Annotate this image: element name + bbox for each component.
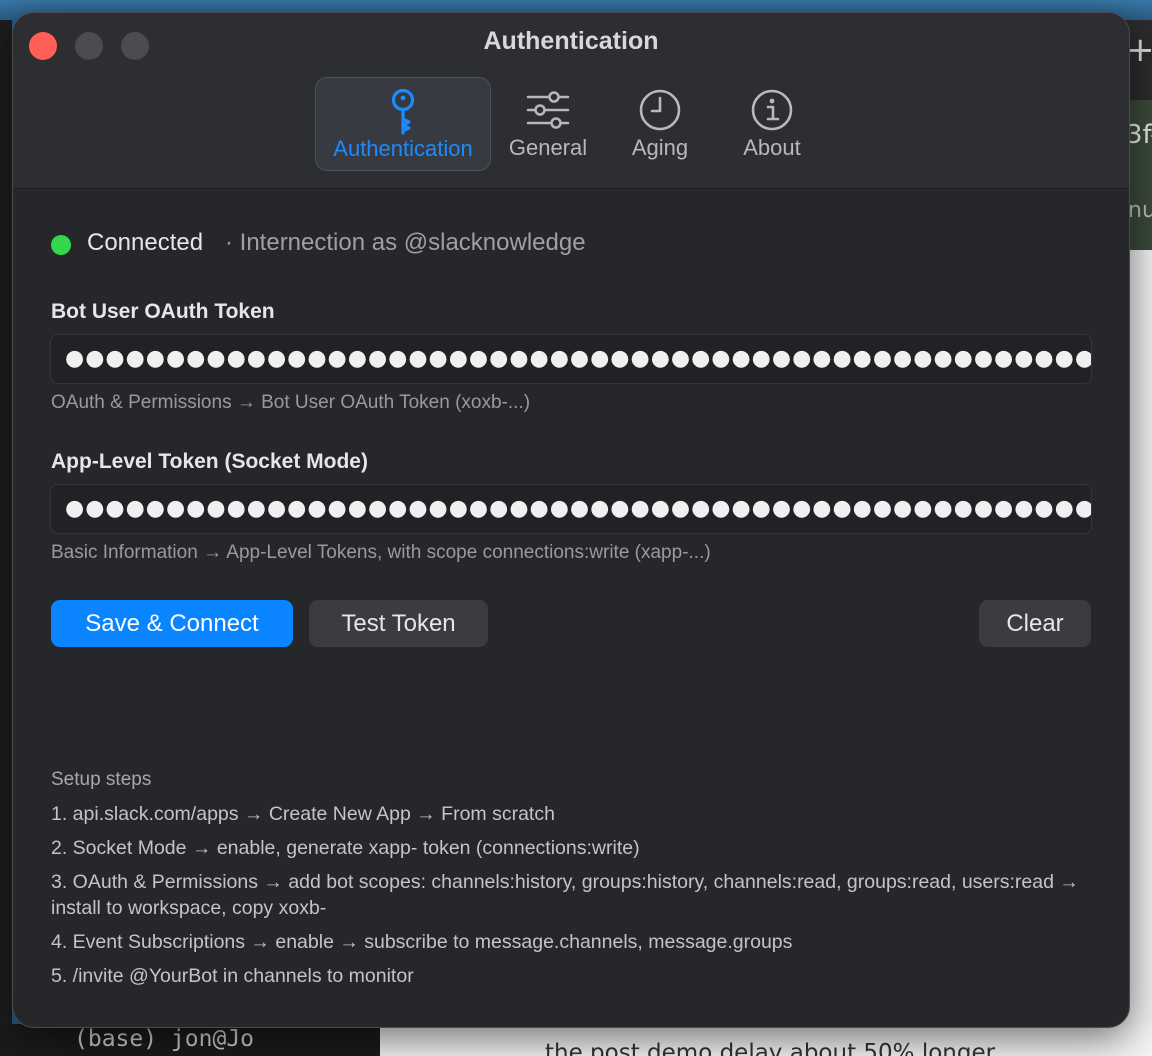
- settings-window: Authentication Authentication General Ag…: [12, 12, 1130, 1028]
- bot-token-label: Bot User OAuth Token: [51, 300, 275, 323]
- connection-status-label: Connected: [87, 229, 204, 256]
- app-token-label: App-Level Token (Socket Mode): [51, 450, 368, 473]
- tab-about[interactable]: About: [725, 77, 819, 171]
- setup-step: 4. Event Subscriptions → enable → subscr…: [51, 931, 793, 953]
- app-token-hint: Basic Information → App-Level Tokens, wi…: [51, 542, 711, 563]
- setup-step: 2. Socket Mode → enable, generate xapp- …: [51, 837, 640, 859]
- setup-step: 5. /invite @YourBot in channels to monit…: [51, 965, 414, 987]
- setup-step: 1. api.slack.com/apps → Create New App →…: [51, 803, 555, 825]
- save-connect-button[interactable]: Save & Connect: [51, 600, 293, 647]
- background-document-text: the post demo delay about 50% longer: [545, 1040, 996, 1056]
- background-right-text-secondary: nu: [1128, 198, 1152, 223]
- window-title: Authentication: [483, 27, 659, 55]
- test-token-button[interactable]: Test Token: [309, 600, 488, 647]
- tab-aging[interactable]: Aging: [615, 77, 705, 171]
- clock-icon: [639, 89, 681, 131]
- tab-label: General: [508, 135, 588, 160]
- sliders-icon: [526, 91, 570, 129]
- bot-token-hint: OAuth & Permissions → Bot User OAuth Tok…: [51, 392, 531, 413]
- background-window-left: [0, 20, 12, 1056]
- tab-label: About: [743, 135, 801, 160]
- tab-label: Aging: [631, 135, 689, 160]
- setup-steps-title: Setup steps: [51, 769, 152, 790]
- tab-general[interactable]: General: [499, 77, 597, 171]
- background-terminal-prompt: (base) jon@Jo: [74, 1026, 255, 1052]
- app-token-input[interactable]: ●●●●●●●●●●●●●●●●●●●●●●●●●●●●●●●●●●●●●●●●…: [50, 484, 1092, 534]
- clear-button[interactable]: Clear: [979, 600, 1091, 647]
- bot-token-input[interactable]: ●●●●●●●●●●●●●●●●●●●●●●●●●●●●●●●●●●●●●●●●…: [50, 334, 1092, 384]
- connection-status-detail: · Internection as @slacknowledge: [225, 229, 586, 256]
- tab-authentication[interactable]: Authentication: [315, 77, 491, 171]
- key-icon: [391, 88, 415, 135]
- connection-status-indicator: [51, 235, 71, 255]
- tab-label: Authentication: [333, 136, 473, 161]
- setup-step: 3. OAuth & Permissions → add bot scopes:…: [51, 871, 1079, 919]
- window-toolbar: Authentication Authentication General Ag…: [13, 13, 1129, 189]
- info-icon: [751, 89, 793, 131]
